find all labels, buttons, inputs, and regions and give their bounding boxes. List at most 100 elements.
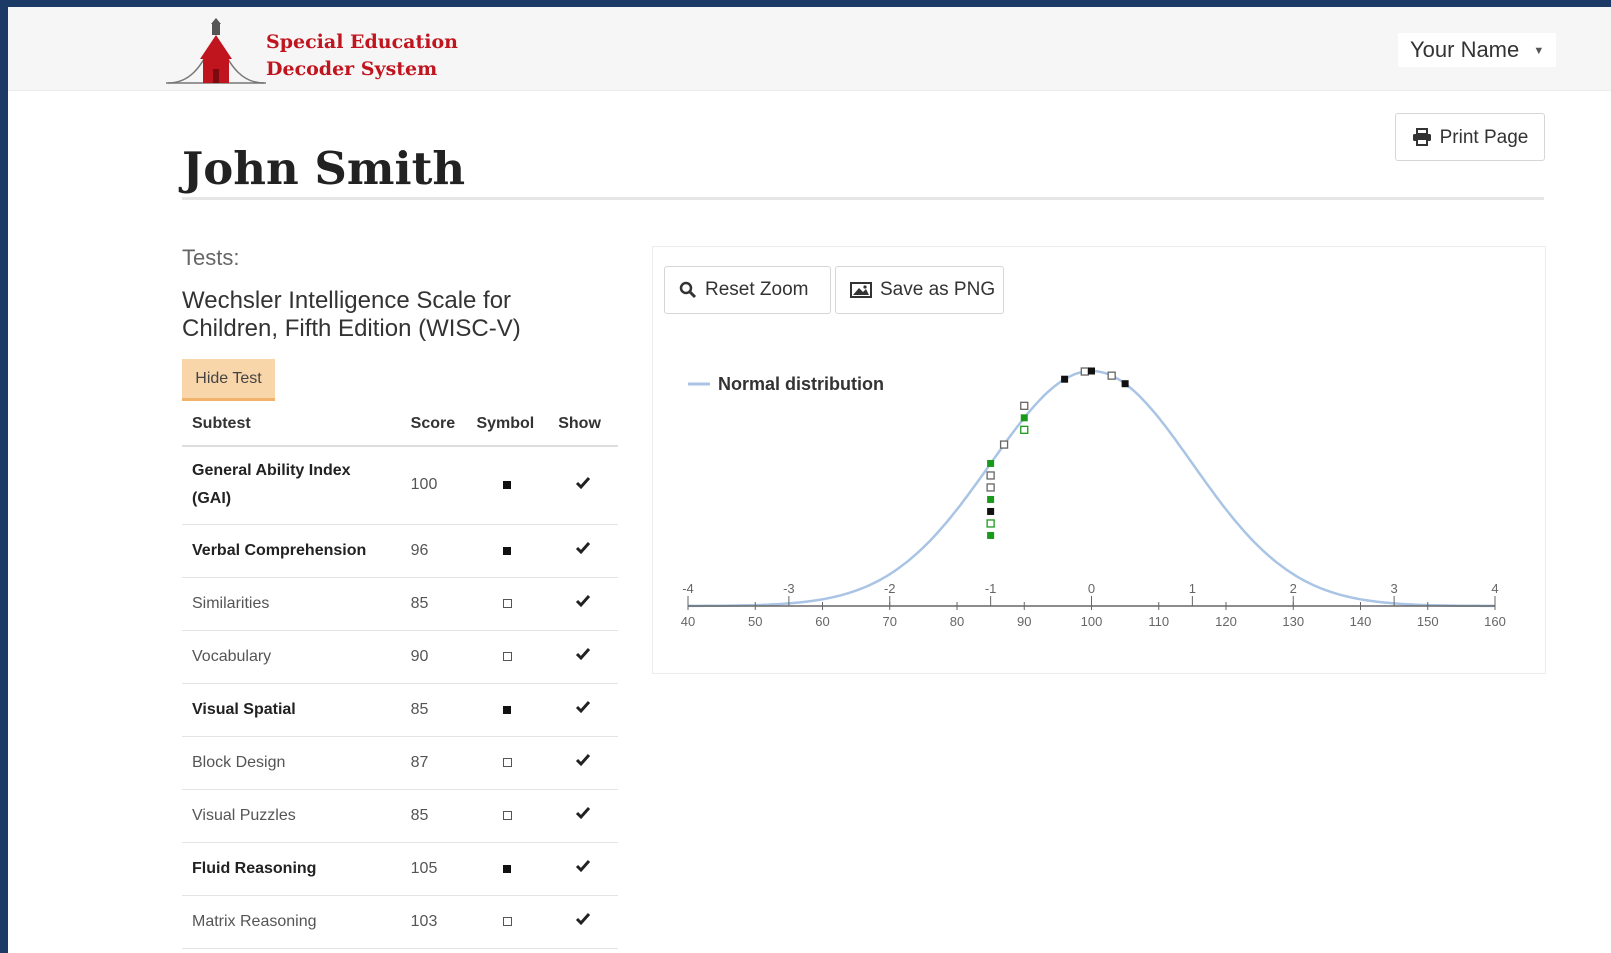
checkmark-icon (576, 595, 591, 608)
data-point-open[interactable] (986, 471, 995, 480)
table-header-row: Subtest Score Symbol Show (182, 403, 618, 447)
subtest-name: Vocabulary (182, 630, 401, 684)
x-tick-label: 70 (883, 614, 897, 629)
checkmark-icon (576, 648, 591, 661)
show-toggle[interactable] (548, 789, 618, 843)
symbol-cell (466, 736, 549, 790)
show-toggle[interactable] (548, 524, 618, 578)
table-row: Verbal Comprehension 96 (182, 524, 618, 578)
checkmark-icon (576, 701, 591, 714)
data-point-open[interactable] (986, 483, 995, 492)
x-tick-label: 90 (1017, 614, 1031, 629)
schoolhouse-icon (166, 18, 266, 84)
show-toggle[interactable] (548, 577, 618, 631)
x-tick-label: 40 (681, 614, 695, 629)
sd-tick-label: 1 (1189, 581, 1196, 596)
checkmark-icon (576, 807, 591, 820)
data-point-open[interactable] (1107, 371, 1116, 380)
data-point-filled[interactable] (1020, 414, 1028, 422)
x-tick-label: 110 (1148, 614, 1169, 629)
open-square-icon (502, 757, 512, 767)
legend-label-normal-distribution[interactable]: Normal distribution (718, 374, 884, 394)
open-square-icon (502, 651, 512, 661)
subtest-name: Similarities (182, 577, 401, 631)
symbol-cell (466, 630, 549, 684)
x-tick-label: 60 (815, 614, 829, 629)
print-page-label: Print Page (1439, 127, 1529, 148)
hide-test-button[interactable]: Hide Test (182, 359, 275, 401)
sd-tick-label: -1 (985, 581, 997, 596)
data-point-filled[interactable] (1121, 380, 1129, 388)
data-point-open[interactable] (1020, 401, 1029, 410)
filled-square-icon (503, 546, 512, 555)
show-toggle[interactable] (548, 630, 618, 684)
normal-distribution-chart[interactable]: 40 50 60 70 80 90 100 110 120 130 140 150 160-4 -3 -2-… (652, 246, 1546, 674)
x-tick-label: 120 (1215, 614, 1237, 629)
user-name-label: Your Name (1410, 37, 1520, 62)
subtest-name: General Ability Index (GAI) (182, 446, 401, 525)
subtest-name: Block Design (182, 736, 401, 790)
sd-tick-label: 2 (1290, 581, 1297, 596)
open-square-icon (502, 916, 512, 926)
column-header-score: Score (400, 403, 467, 447)
data-point-open[interactable] (1080, 367, 1089, 376)
open-square-icon (502, 810, 512, 820)
symbol-cell (466, 524, 549, 578)
data-point-filled[interactable] (987, 495, 995, 503)
caret-down-icon: ▼ (1533, 45, 1545, 58)
checkmark-icon (576, 754, 591, 767)
subtest-table: Subtest Score Symbol Show General Abilit… (182, 403, 618, 949)
x-tick-label: 50 (748, 614, 762, 629)
show-toggle[interactable] (548, 895, 618, 949)
checkmark-icon (576, 860, 591, 873)
symbol-cell (466, 577, 549, 631)
table-row: Block Design 87 (182, 736, 618, 790)
sd-tick-label: -2 (884, 581, 896, 596)
checkmark-icon (576, 913, 591, 926)
symbol-cell (466, 446, 549, 525)
data-point-filled[interactable] (987, 507, 995, 515)
data-point-open[interactable] (986, 519, 995, 528)
tests-label: Tests: (182, 245, 240, 270)
subtest-score: 85 (400, 683, 467, 737)
data-point-filled[interactable] (1061, 375, 1069, 383)
show-toggle[interactable] (548, 446, 618, 525)
data-point-open[interactable] (1020, 425, 1029, 434)
brand-logo[interactable]: Special Education Decoder System (166, 17, 466, 87)
subtest-name: Visual Spatial (182, 683, 401, 737)
data-point-filled[interactable] (987, 531, 995, 539)
table-row: Vocabulary 90 (182, 630, 618, 684)
brand-name: Special Education Decoder System (266, 29, 458, 83)
sd-tick-label: 0 (1088, 581, 1095, 596)
table-row: Visual Puzzles 85 (182, 789, 618, 843)
symbol-cell (466, 842, 549, 896)
student-name-heading: John Smith (182, 142, 466, 195)
data-point-filled[interactable] (1088, 367, 1095, 375)
subtest-score: 96 (400, 524, 467, 578)
series-line-normal-distribution (688, 369, 1495, 608)
table-row: Similarities 85 (182, 577, 618, 631)
show-toggle[interactable] (548, 842, 618, 896)
show-toggle[interactable] (548, 736, 618, 790)
sd-tick-label: 4 (1491, 581, 1498, 596)
subtest-name: Verbal Comprehension (182, 524, 401, 578)
column-header-symbol: Symbol (466, 403, 549, 447)
data-point-open[interactable] (999, 440, 1009, 449)
column-header-show: Show (548, 403, 618, 447)
x-tick-label: 100 (1081, 614, 1103, 629)
subtest-score: 103 (400, 895, 467, 949)
brand-line-1: Special Education (266, 31, 458, 53)
symbol-cell (466, 895, 549, 949)
table-row: Visual Spatial 85 (182, 683, 618, 737)
filled-square-icon (503, 481, 512, 490)
show-toggle[interactable] (548, 683, 618, 737)
test-name: Wechsler Intelligence Scale for Children… (182, 287, 521, 342)
subtest-table-body: General Ability Index (GAI) 100 Verbal Com… (182, 446, 618, 949)
x-tick-label: 160 (1484, 614, 1506, 629)
data-point-filled[interactable] (987, 459, 995, 467)
print-page-button[interactable]: Print Page (1395, 113, 1545, 161)
sd-tick-label: -4 (682, 581, 694, 596)
user-menu-dropdown[interactable]: Your Name ▼ (1398, 33, 1557, 67)
subtest-name: Matrix Reasoning (182, 895, 401, 949)
filled-square-icon (503, 705, 512, 714)
